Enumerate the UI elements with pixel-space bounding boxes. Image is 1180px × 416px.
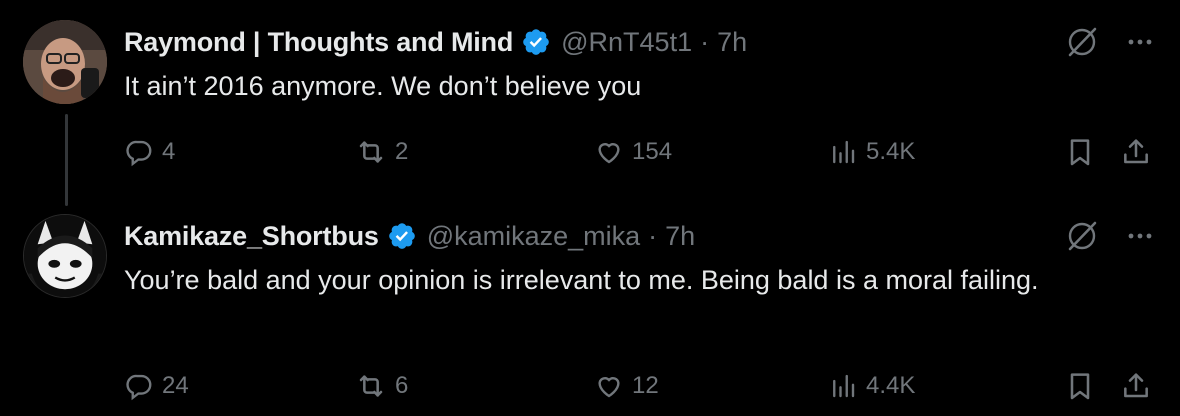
reply-button[interactable]: 24 [124, 366, 189, 406]
share-icon [1120, 136, 1152, 168]
repost-icon [355, 370, 387, 402]
views-button[interactable]: 5.4K [828, 132, 915, 172]
bookmark-icon [1064, 136, 1096, 168]
repost-count: 2 [395, 138, 409, 165]
share-button[interactable] [1120, 366, 1152, 406]
separator-dot: · [648, 220, 658, 251]
reply-count: 24 [162, 372, 189, 399]
reply-button[interactable]: 4 [124, 132, 175, 172]
grok-icon[interactable] [1064, 218, 1100, 254]
bookmark-button[interactable] [1064, 132, 1096, 172]
avatar[interactable] [23, 214, 107, 298]
avatar[interactable] [23, 20, 107, 104]
author-name[interactable]: Kamikaze_Shortbus [124, 221, 379, 252]
timestamp[interactable]: 7h [665, 221, 695, 252]
like-button[interactable]: 154 [594, 132, 672, 172]
reply-count: 4 [162, 138, 176, 165]
views-count: 4.4K [866, 372, 916, 399]
like-button[interactable]: 12 [594, 366, 659, 406]
tweet-actions: 24 6 12 4.4K [124, 366, 1156, 406]
repost-icon [355, 136, 387, 168]
separator-dot: · [700, 26, 710, 57]
verified-badge-icon [387, 221, 417, 251]
verified-badge-icon [521, 27, 551, 57]
tweet[interactable]: Raymond | Thoughts and Mind @RnT45t1 · 7… [0, 0, 1180, 200]
like-count: 12 [632, 372, 659, 399]
like-icon [594, 137, 624, 167]
tweet[interactable]: Kamikaze_Shortbus @kamikaze_mika · 7h Yo… [0, 200, 1180, 416]
reply-icon [124, 371, 154, 401]
share-button[interactable] [1120, 132, 1152, 172]
tweet-header-actions [1064, 22, 1156, 62]
grok-icon[interactable] [1064, 24, 1100, 60]
repost-button[interactable]: 2 [355, 132, 408, 172]
like-icon [594, 371, 624, 401]
views-button[interactable]: 4.4K [828, 366, 915, 406]
tweet-text: You’re bald and your opinion is irreleva… [124, 265, 1039, 295]
author-handle[interactable]: @kamikaze_mika [427, 221, 640, 252]
repost-count: 6 [395, 372, 409, 399]
bookmark-icon [1064, 370, 1096, 402]
tweet-header: Raymond | Thoughts and Mind @RnT45t1 · 7… [124, 22, 747, 62]
author-name[interactable]: Raymond | Thoughts and Mind [124, 27, 513, 58]
more-icon[interactable] [1124, 220, 1156, 252]
timestamp[interactable]: 7h [717, 27, 747, 58]
reply-icon [124, 137, 154, 167]
tweet-header-actions [1064, 216, 1156, 256]
repost-button[interactable]: 6 [355, 366, 408, 406]
views-count: 5.4K [866, 138, 916, 165]
share-icon [1120, 370, 1152, 402]
views-icon [828, 371, 858, 401]
like-count: 154 [632, 138, 673, 165]
tweet-header: Kamikaze_Shortbus @kamikaze_mika · 7h [124, 216, 695, 256]
bookmark-button[interactable] [1064, 366, 1096, 406]
more-icon[interactable] [1124, 26, 1156, 58]
tweet-text: It ain’t 2016 anymore. We don’t believe … [124, 71, 642, 101]
views-icon [828, 137, 858, 167]
author-handle[interactable]: @RnT45t1 [561, 27, 692, 58]
tweet-actions: 4 2 154 5.4K [124, 132, 1156, 172]
